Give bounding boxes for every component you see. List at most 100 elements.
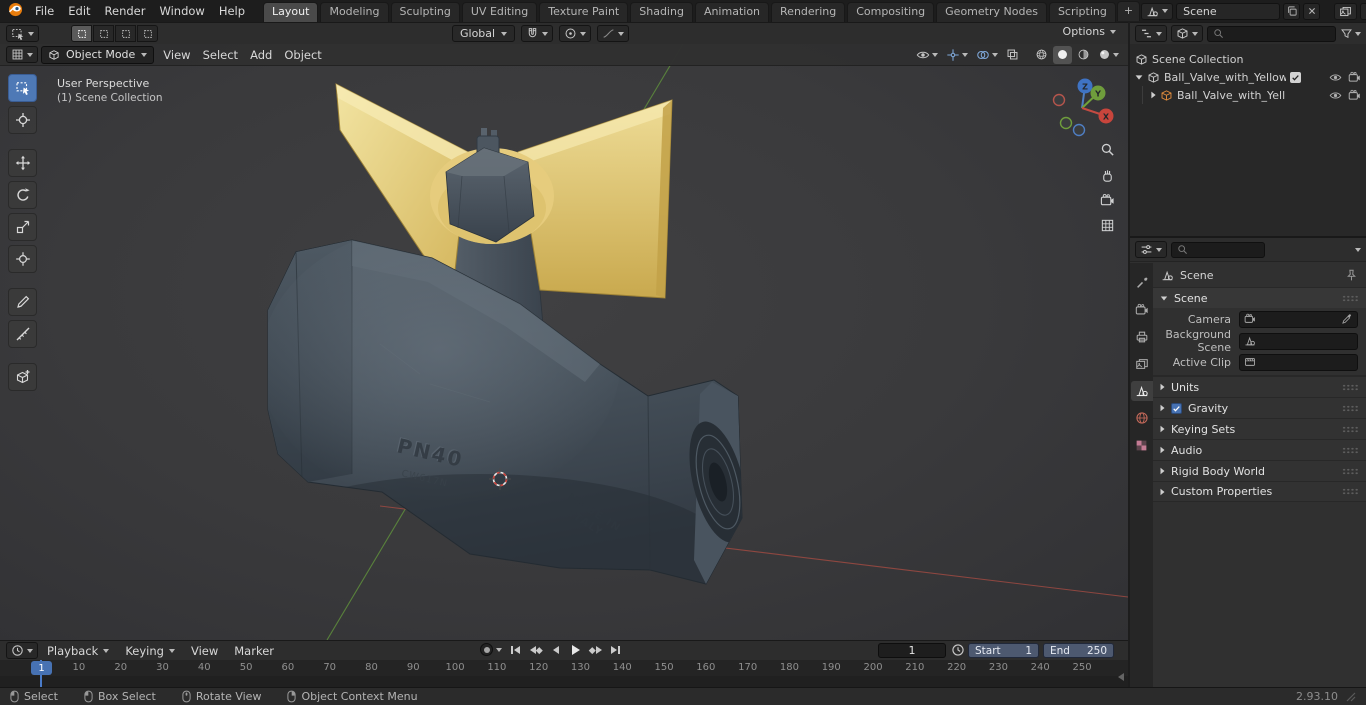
panel-rigid-body-world[interactable]: Rigid Body World bbox=[1153, 460, 1366, 481]
tab-world[interactable] bbox=[1131, 408, 1153, 428]
pan-hand-icon[interactable] bbox=[1103, 169, 1112, 182]
active-clip-field[interactable] bbox=[1239, 353, 1358, 371]
eye-icon[interactable] bbox=[1329, 89, 1342, 102]
options-dropdown[interactable]: Options bbox=[1063, 25, 1116, 38]
timeline-editor-dropdown[interactable] bbox=[6, 642, 38, 659]
use-preview-range-button[interactable] bbox=[951, 643, 965, 657]
camera-field[interactable] bbox=[1239, 310, 1358, 328]
viewport-menu-item[interactable]: Select bbox=[197, 47, 244, 63]
current-frame-field[interactable]: 1 bbox=[878, 643, 946, 658]
outliner-display-mode-dropdown[interactable] bbox=[1171, 25, 1203, 42]
disclosure-closed-icon[interactable] bbox=[1151, 91, 1156, 99]
timeline-view-menu[interactable]: View bbox=[184, 643, 225, 659]
select-mode-intersect[interactable] bbox=[137, 25, 158, 42]
tab-view-layer[interactable] bbox=[1131, 354, 1153, 374]
panel-grip-icon[interactable] bbox=[1342, 294, 1359, 302]
panel-grip-icon[interactable] bbox=[1342, 383, 1359, 391]
panel-custom-properties[interactable]: Custom Properties bbox=[1153, 481, 1366, 502]
select-mode-new[interactable] bbox=[71, 25, 92, 42]
properties-editor-dropdown[interactable] bbox=[1135, 241, 1167, 258]
playhead-frame-label[interactable]: 1 bbox=[31, 661, 52, 675]
proportional-editing-dropdown[interactable] bbox=[559, 25, 592, 42]
viewport-menu-item[interactable]: View bbox=[157, 47, 196, 63]
panel-units[interactable]: Units bbox=[1153, 376, 1366, 397]
viewport-canvas[interactable]: PN40 PN40 CW617N MADE IN ITALY Z Y X bbox=[0, 44, 1128, 640]
snapping-dropdown[interactable] bbox=[521, 25, 554, 42]
camera-view-icon[interactable] bbox=[1100, 193, 1115, 206]
outliner-row-scene-collection[interactable]: Scene Collection bbox=[1130, 50, 1366, 68]
panel-grip-icon[interactable] bbox=[1342, 467, 1359, 475]
tab-render[interactable] bbox=[1131, 300, 1153, 320]
menubar-item[interactable]: Window bbox=[152, 3, 211, 19]
jump-to-end-button[interactable] bbox=[606, 642, 625, 658]
tool-measure[interactable] bbox=[8, 320, 37, 348]
zoom-icon[interactable] bbox=[1101, 143, 1114, 156]
visibility-dropdown[interactable] bbox=[913, 46, 941, 64]
shading-solid-button[interactable] bbox=[1053, 45, 1072, 64]
panel-keying-sets[interactable]: Keying Sets bbox=[1153, 418, 1366, 439]
previous-keyframe-button[interactable] bbox=[526, 642, 545, 658]
timeline-scroll-arrow-icon[interactable] bbox=[1118, 673, 1124, 681]
shading-rendered-button[interactable] bbox=[1095, 46, 1122, 64]
tool-move[interactable] bbox=[8, 149, 37, 177]
falloff-dropdown[interactable] bbox=[597, 25, 630, 42]
outliner-filter-button[interactable] bbox=[1340, 27, 1361, 40]
scene-selector[interactable]: Scene bbox=[1176, 2, 1281, 20]
blender-logo-icon[interactable] bbox=[8, 2, 23, 20]
gizmo-axis-neg-y[interactable] bbox=[1059, 116, 1073, 130]
workspace-tab[interactable]: Compositing bbox=[847, 2, 935, 22]
editor-type-dropdown[interactable] bbox=[6, 46, 38, 63]
transform-orientation-dropdown[interactable]: Global bbox=[452, 25, 516, 42]
outliner-row-collection[interactable]: Ball_Valve_with_Yellow_Butte bbox=[1130, 68, 1366, 86]
properties-search[interactable] bbox=[1171, 241, 1265, 258]
marker-menu[interactable]: Marker bbox=[227, 643, 281, 659]
gizmo-axis-neg-x[interactable] bbox=[1052, 93, 1066, 107]
select-mode-subtract[interactable] bbox=[115, 25, 136, 42]
workspace-tab[interactable]: Geometry Nodes bbox=[936, 2, 1047, 22]
xray-toggle[interactable] bbox=[1003, 46, 1022, 64]
playback-menu[interactable]: Playback bbox=[40, 643, 116, 659]
panel-scene-header[interactable]: Scene bbox=[1153, 287, 1366, 308]
jump-to-start-button[interactable] bbox=[506, 642, 525, 658]
outliner-search-input[interactable] bbox=[1228, 27, 1330, 40]
workspace-tab[interactable]: Modeling bbox=[320, 2, 389, 22]
shading-material-button[interactable] bbox=[1074, 46, 1093, 64]
tool-cursor[interactable] bbox=[8, 106, 37, 134]
frame-start-field[interactable]: Start 1 bbox=[968, 643, 1039, 658]
overlays-toggle[interactable] bbox=[973, 46, 1001, 64]
pin-icon[interactable] bbox=[1345, 269, 1358, 282]
tab-tool[interactable] bbox=[1131, 273, 1153, 293]
navigation-gizmo[interactable]: Z Y X bbox=[1052, 78, 1114, 137]
menubar-item[interactable]: Render bbox=[98, 3, 153, 19]
viewport-3d[interactable]: PN40 PN40 CW617N MADE IN ITALY Z Y X Obj… bbox=[0, 44, 1128, 640]
eye-icon[interactable] bbox=[1329, 71, 1342, 84]
panel-audio[interactable]: Audio bbox=[1153, 439, 1366, 460]
add-workspace-button[interactable]: + bbox=[1116, 1, 1141, 21]
background-scene-field[interactable] bbox=[1239, 332, 1358, 350]
mode-dropdown[interactable]: Object Mode bbox=[41, 45, 155, 64]
collection-checkbox[interactable] bbox=[1290, 71, 1301, 83]
panel-grip-icon[interactable] bbox=[1342, 425, 1359, 433]
outliner-editor-dropdown[interactable] bbox=[1135, 25, 1167, 42]
viewport-menu-item[interactable]: Add bbox=[244, 47, 278, 63]
tool-scale[interactable] bbox=[8, 213, 37, 241]
menubar-item[interactable]: Edit bbox=[61, 3, 97, 19]
gizmo-axis-neg-z[interactable] bbox=[1072, 123, 1086, 137]
workspace-tab[interactable]: Rendering bbox=[771, 2, 846, 22]
view-layer-browse-button[interactable] bbox=[1334, 2, 1358, 20]
breadcrumb-scene[interactable]: Scene bbox=[1180, 269, 1214, 282]
tab-scene[interactable] bbox=[1130, 381, 1153, 401]
active-tool-dropdown[interactable] bbox=[6, 25, 39, 42]
gizmos-toggle[interactable] bbox=[943, 46, 971, 64]
resize-grip-icon[interactable] bbox=[1346, 692, 1356, 702]
auto-keying-record-button[interactable] bbox=[480, 643, 493, 656]
panel-grip-icon[interactable] bbox=[1342, 446, 1359, 454]
tool-add-cube[interactable] bbox=[8, 363, 37, 391]
view-layer-selector[interactable]: View Layer bbox=[1360, 2, 1366, 20]
scene-unlink-button[interactable] bbox=[1303, 2, 1321, 20]
workspace-tab[interactable]: Animation bbox=[694, 2, 770, 22]
disclosure-open-icon[interactable] bbox=[1135, 74, 1143, 80]
timeline-ruler[interactable]: 10 20 30 40 50 60 70 80 90 100 110 120 130 140 150 160 1… bbox=[0, 660, 1128, 687]
workspace-tab[interactable]: Sculpting bbox=[390, 2, 460, 22]
eyedropper-icon[interactable] bbox=[1341, 313, 1353, 325]
